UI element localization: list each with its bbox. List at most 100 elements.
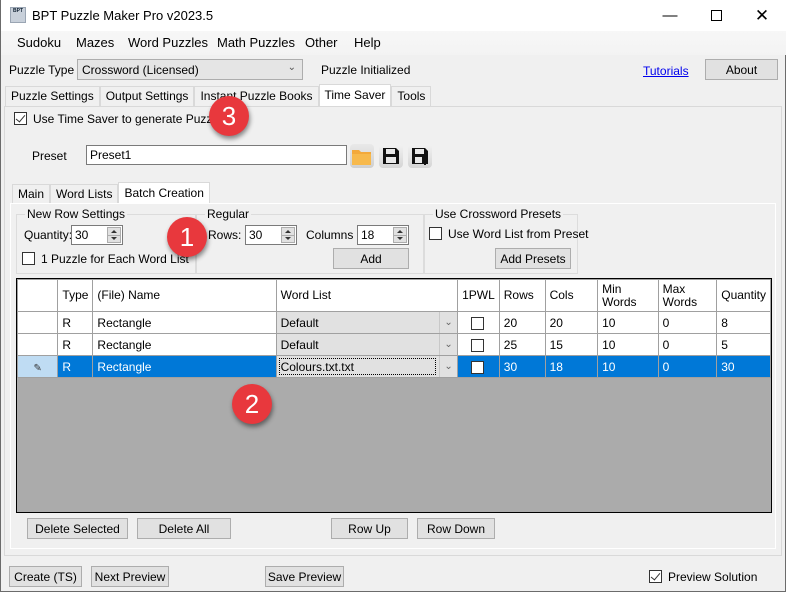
cell-name[interactable]: Rectangle [92,333,277,356]
tab-batch-creation[interactable]: Batch Creation [118,182,210,204]
delete-all-button[interactable]: Delete All [137,518,231,539]
cell-type[interactable]: R [57,355,94,378]
preset-input[interactable]: Preset1 [86,145,347,165]
cell-rows[interactable]: 30 [498,355,546,378]
tab-word-lists[interactable]: Word Lists [50,184,119,204]
minimize-icon: — [662,7,678,24]
cell-word-list[interactable]: Default ⌄ [275,333,459,356]
preview-solution-checkbox[interactable] [649,570,662,583]
cell-cols[interactable]: 18 [544,355,599,378]
column-header-cols[interactable]: Cols [544,279,599,312]
menu-mazes[interactable]: Mazes [76,35,114,50]
delete-selected-button[interactable]: Delete Selected [27,518,128,539]
table-row[interactable]: R Rectangle Default ⌄ 25 15 10 0 5 [17,333,771,356]
annotation-badge-2: 2 [232,384,272,424]
create-ts-button[interactable]: Create (TS) [9,566,82,587]
cell-quantity[interactable]: 5 [716,333,771,356]
row-down-button[interactable]: Row Down [417,518,495,539]
row-header[interactable]: ✎ [17,355,59,378]
column-header-type[interactable]: Type [57,279,94,312]
about-button[interactable]: About [705,59,778,80]
tab-tools[interactable]: Tools [391,86,432,106]
menu-other[interactable]: Other [305,35,338,50]
cell-type[interactable]: R [57,311,94,334]
row-up-button[interactable]: Row Up [331,518,408,539]
cell-rows[interactable]: 20 [498,311,546,334]
columns-stepper[interactable]: 18 [357,225,409,245]
save-preset-as-button[interactable] [408,144,432,168]
cell-cols[interactable]: 15 [544,333,599,356]
use-time-saver-checkbox[interactable] [14,112,27,125]
spin-buttons-icon[interactable] [393,227,407,243]
menu-word-puzzles[interactable]: Word Puzzles [128,35,208,50]
column-header-max-words[interactable]: Max Words [657,279,718,312]
minimize-button[interactable]: — [647,0,693,31]
chevron-down-icon[interactable]: ⌄ [439,312,456,333]
cell-quantity[interactable]: 8 [716,311,771,334]
maximize-button[interactable] [693,0,739,31]
app-logo-icon: BPT [10,7,26,23]
use-time-saver-label: Use Time Saver to generate Puzzles [33,112,228,126]
open-preset-button[interactable] [350,144,374,168]
column-header-quantity[interactable]: Quantity [716,279,771,312]
1pwl-checkbox[interactable] [471,360,485,374]
column-header-min-words[interactable]: Min Words [597,279,659,312]
spin-buttons-icon[interactable] [107,227,121,243]
batch-data-grid[interactable]: Type (File) Name Word List 1PWL Rows Col… [16,278,772,513]
cell-1pwl[interactable] [457,355,500,378]
row-header[interactable] [17,333,59,356]
column-header-name[interactable]: (File) Name [92,279,277,312]
tab-main[interactable]: Main [12,184,51,204]
tab-time-saver[interactable]: Time Saver [318,84,392,106]
1pwl-checkbox[interactable] [471,316,485,330]
save-preview-button[interactable]: Save Preview [265,566,344,587]
add-presets-button[interactable]: Add Presets [495,248,571,269]
add-button[interactable]: Add [333,248,409,269]
rows-stepper[interactable]: 30 [245,225,297,245]
cell-min-words[interactable]: 10 [597,311,659,334]
maximize-icon [710,10,722,21]
cell-rows[interactable]: 25 [498,333,546,356]
puzzle-type-select[interactable]: Crossword (Licensed) ⌄ [77,59,303,80]
column-header-rows[interactable]: Rows [498,279,546,312]
save-as-icon [412,148,428,165]
tab-output-settings[interactable]: Output Settings [99,86,195,106]
column-header-word-list[interactable]: Word List [275,279,459,312]
cell-1pwl[interactable] [457,311,500,334]
next-preview-button[interactable]: Next Preview [91,566,169,587]
cell-word-list[interactable]: Colours.txt.txt ⌄ [275,355,459,378]
column-header-1pwl[interactable]: 1PWL [457,279,500,312]
cell-cols[interactable]: 20 [544,311,599,334]
spin-buttons-icon[interactable] [281,227,295,243]
close-button[interactable]: ✕ [739,0,785,31]
row-header[interactable] [17,311,59,334]
one-puzzle-per-list-checkbox[interactable] [22,252,35,265]
menu-sudoku[interactable]: Sudoku [17,35,61,50]
chevron-down-icon[interactable]: ⌄ [439,334,456,355]
chevron-down-icon[interactable]: ⌄ [439,356,456,377]
preview-solution-label: Preview Solution [668,570,758,584]
cell-max-words[interactable]: 0 [657,333,718,356]
1pwl-checkbox[interactable] [471,338,485,352]
cell-word-list[interactable]: Default ⌄ [275,311,459,334]
cell-min-words[interactable]: 10 [597,333,659,356]
use-word-list-from-preset-checkbox[interactable] [429,227,442,240]
cell-type[interactable]: R [57,333,94,356]
cell-name[interactable]: Rectangle [92,355,277,378]
quantity-stepper[interactable]: 30 [71,225,123,245]
tutorials-link[interactable]: Tutorials [643,64,689,78]
cell-max-words[interactable]: 0 [657,355,718,378]
cell-1pwl[interactable] [457,333,500,356]
save-preset-button[interactable] [379,144,403,168]
menu-math-puzzles[interactable]: Math Puzzles [217,35,295,50]
table-row-selected[interactable]: ✎ R Rectangle Colours.txt.txt ⌄ 30 18 10 … [17,355,771,378]
cell-max-words[interactable]: 0 [657,311,718,334]
cell-name[interactable]: Rectangle [92,311,277,334]
regular-title: Regular [205,207,252,221]
table-row[interactable]: R Rectangle Default ⌄ 20 20 10 0 8 [17,311,771,334]
window-title: BPT Puzzle Maker Pro v2023.5 [32,8,214,23]
menu-help[interactable]: Help [354,35,381,50]
cell-min-words[interactable]: 10 [597,355,659,378]
tab-puzzle-settings[interactable]: Puzzle Settings [5,86,100,106]
cell-quantity[interactable]: 30 [716,355,771,378]
